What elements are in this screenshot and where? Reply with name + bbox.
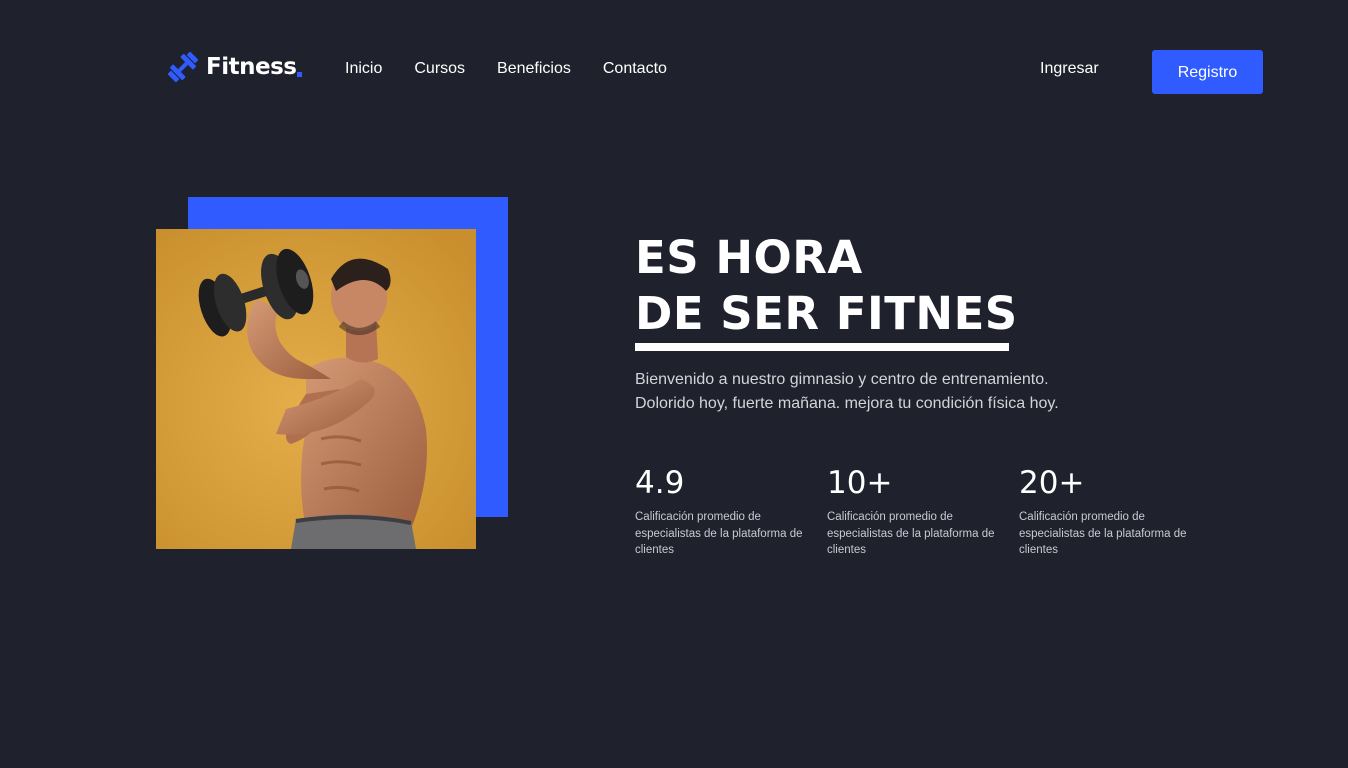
hero-description-line-1: Bienvenido a nuestro gimnasio y centro d… — [635, 371, 1049, 388]
brand-logo[interactable]: Fitness — [166, 50, 303, 84]
man-lifting-dumbbell-illustration — [156, 229, 476, 549]
stat-item: 4.9 Calificación promedio de especialist… — [635, 463, 810, 559]
hero-photo — [156, 229, 476, 549]
hero-title: ES HORA DE SER FITNES — [635, 230, 1018, 342]
stat-value: 10+ — [827, 465, 893, 501]
nav-link-beneficios[interactable]: Beneficios — [497, 58, 571, 80]
stat-label: Calificación promedio de especialistas d… — [827, 511, 995, 556]
stat-item: 10+ Calificación promedio de especialist… — [827, 463, 1002, 559]
stat-label: Calificación promedio de especialistas d… — [635, 511, 803, 556]
main-nav: Inicio Cursos Beneficios Contacto — [345, 58, 699, 80]
landing-page: Fitness Inicio Cursos Beneficios Contact… — [0, 0, 1348, 768]
hero-title-underline — [635, 343, 1009, 351]
register-button[interactable]: Registro — [1152, 50, 1263, 94]
hero-description-line-2: Dolorido hoy, fuerte mañana. mejora tu c… — [635, 395, 1059, 412]
hero-title-line-1: ES HORA — [635, 231, 863, 284]
hero-title-line-2: DE SER FITNES — [635, 287, 1018, 340]
dumbbell-icon — [167, 51, 199, 83]
login-link[interactable]: Ingresar — [1040, 58, 1099, 80]
stat-value: 20+ — [1019, 465, 1085, 501]
brand-name: Fitness — [206, 54, 297, 80]
nav-link-cursos[interactable]: Cursos — [414, 58, 465, 80]
stat-label: Calificación promedio de especialistas d… — [1019, 511, 1187, 556]
nav-link-inicio[interactable]: Inicio — [345, 58, 382, 80]
stat-item: 20+ Calificación promedio de especialist… — [1019, 463, 1194, 559]
nav-link-contacto[interactable]: Contacto — [603, 58, 667, 80]
stat-value: 4.9 — [635, 465, 685, 501]
brand-dot — [297, 71, 303, 77]
hero-description: Bienvenido a nuestro gimnasio y centro d… — [635, 368, 1059, 416]
